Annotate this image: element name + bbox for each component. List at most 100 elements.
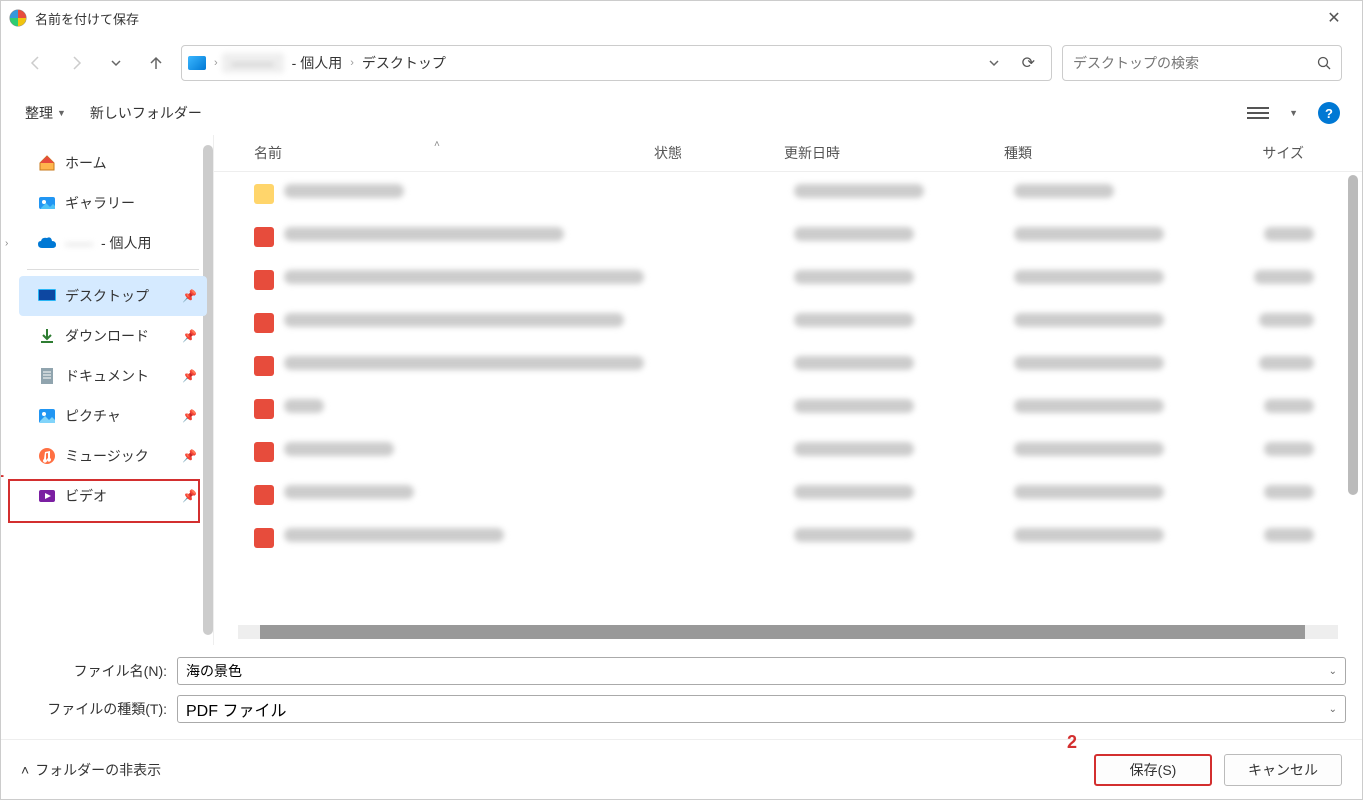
filetype-dropdown[interactable]: ⌄ bbox=[1329, 704, 1337, 715]
sidebar-label: ビデオ bbox=[65, 486, 107, 506]
organize-menu[interactable]: 整理▼ bbox=[23, 99, 68, 127]
chevron-right-icon: › bbox=[214, 57, 218, 69]
sidebar-home[interactable]: ホーム bbox=[19, 143, 207, 183]
annotation-1: 1 bbox=[1, 461, 4, 482]
sidebar-pictures[interactable]: ピクチャ 📌 bbox=[19, 396, 207, 436]
file-row[interactable] bbox=[224, 172, 1362, 215]
vertical-scrollbar[interactable] bbox=[1348, 175, 1358, 495]
pin-icon[interactable]: 📌 bbox=[182, 369, 197, 383]
file-icon bbox=[254, 485, 274, 505]
filetype-field[interactable]: PDF ファイル ⌄ bbox=[177, 695, 1346, 723]
pictures-icon bbox=[37, 406, 57, 426]
pin-icon[interactable]: 📌 bbox=[182, 409, 197, 423]
music-icon bbox=[37, 446, 57, 466]
cloud-icon bbox=[37, 233, 57, 253]
filename-dropdown[interactable]: ⌄ bbox=[1329, 666, 1337, 677]
folder-icon bbox=[254, 184, 274, 204]
sidebar-divider bbox=[27, 269, 199, 270]
file-row[interactable] bbox=[224, 473, 1362, 516]
pin-icon[interactable]: 📌 bbox=[182, 289, 197, 303]
sidebar-label: ミュージック bbox=[65, 446, 149, 466]
file-icon bbox=[254, 313, 274, 333]
home-icon bbox=[37, 153, 57, 173]
gallery-icon bbox=[37, 193, 57, 213]
sidebar-documents[interactable]: ドキュメント 📌 bbox=[19, 356, 207, 396]
new-folder-button[interactable]: 新しいフォルダー bbox=[88, 99, 204, 127]
view-dropdown[interactable]: ▼ bbox=[1289, 108, 1298, 118]
column-header-size[interactable]: サイズ bbox=[1194, 143, 1304, 163]
forward-button[interactable] bbox=[61, 48, 91, 78]
file-icon bbox=[254, 227, 274, 247]
column-header-state[interactable]: 状態 bbox=[654, 143, 784, 163]
horizontal-scrollbar[interactable] bbox=[238, 625, 1338, 639]
breadcrumb-user[interactable]: ——— bbox=[222, 53, 284, 73]
sidebar-label: ホーム bbox=[65, 153, 107, 173]
sidebar-label: ピクチャ bbox=[65, 406, 121, 426]
hide-folders-toggle[interactable]: ˄ フォルダーの非表示 bbox=[21, 760, 161, 780]
help-button[interactable]: ? bbox=[1318, 102, 1340, 124]
view-options[interactable] bbox=[1247, 102, 1269, 124]
breadcrumb-current[interactable]: デスクトップ bbox=[358, 51, 450, 75]
up-button[interactable] bbox=[141, 48, 171, 78]
file-row[interactable] bbox=[224, 301, 1362, 344]
address-dropdown[interactable] bbox=[980, 57, 1008, 69]
pin-icon[interactable]: 📌 bbox=[182, 329, 197, 343]
file-row[interactable] bbox=[224, 430, 1362, 473]
file-icon bbox=[254, 442, 274, 462]
sidebar-desktop[interactable]: デスクトップ 📌 bbox=[19, 276, 207, 316]
file-icon bbox=[254, 356, 274, 376]
file-icon bbox=[254, 270, 274, 290]
file-row[interactable] bbox=[224, 344, 1362, 387]
filetype-label: ファイルの種類(T): bbox=[17, 699, 177, 719]
breadcrumb-personal[interactable]: - 個人用 bbox=[288, 51, 347, 75]
address-bar[interactable]: › ——— - 個人用 › デスクトップ ⟳ bbox=[181, 45, 1052, 81]
desktop-icon bbox=[37, 286, 57, 306]
document-icon bbox=[37, 366, 57, 386]
file-rows bbox=[214, 172, 1362, 621]
sidebar-videos[interactable]: ビデオ 📌 bbox=[19, 476, 207, 516]
column-header-date[interactable]: 更新日時 bbox=[784, 143, 1004, 163]
sort-indicator-icon: ˄ bbox=[434, 139, 440, 150]
chevron-up-icon: ˄ bbox=[21, 762, 29, 778]
search-input[interactable] bbox=[1073, 55, 1317, 71]
file-icon bbox=[254, 528, 274, 548]
search-box[interactable] bbox=[1062, 45, 1342, 81]
file-icon bbox=[254, 399, 274, 419]
cancel-button[interactable]: キャンセル bbox=[1224, 754, 1342, 786]
pin-icon[interactable]: 📌 bbox=[182, 449, 197, 463]
save-button[interactable]: 保存(S) bbox=[1094, 754, 1212, 786]
sidebar-downloads[interactable]: ダウンロード 📌 bbox=[19, 316, 207, 356]
search-icon[interactable] bbox=[1317, 56, 1331, 70]
file-row[interactable] bbox=[224, 387, 1362, 430]
filename-field[interactable]: ⌄ bbox=[177, 657, 1346, 685]
download-icon bbox=[37, 326, 57, 346]
app-icon bbox=[9, 9, 27, 27]
sidebar-label: ドキュメント bbox=[65, 366, 149, 386]
file-row[interactable] bbox=[224, 258, 1362, 301]
file-row[interactable] bbox=[224, 215, 1362, 258]
sidebar-label: デスクトップ bbox=[65, 286, 149, 306]
close-button[interactable]: ✕ bbox=[1314, 3, 1354, 33]
sidebar-label: ギャラリー bbox=[65, 193, 135, 213]
sidebar-onedrive-name: —— bbox=[65, 235, 93, 251]
video-icon bbox=[37, 486, 57, 506]
chevron-right-icon: › bbox=[350, 57, 354, 69]
filename-input[interactable] bbox=[186, 663, 1329, 679]
column-header-name[interactable]: 名前˄ bbox=[254, 143, 654, 163]
column-header-type[interactable]: 種類 bbox=[1004, 143, 1194, 163]
window-title: 名前を付けて保存 bbox=[35, 9, 1314, 28]
filetype-value: PDF ファイル bbox=[186, 697, 1329, 721]
chevron-right-icon[interactable]: › bbox=[5, 238, 8, 249]
sidebar-gallery[interactable]: ギャラリー bbox=[19, 183, 207, 223]
file-row[interactable] bbox=[224, 516, 1362, 559]
recent-dropdown[interactable] bbox=[101, 48, 131, 78]
filename-label: ファイル名(N): bbox=[17, 661, 177, 681]
pin-icon[interactable]: 📌 bbox=[182, 489, 197, 503]
monitor-icon bbox=[188, 56, 206, 70]
sidebar-onedrive[interactable]: › —— - 個人用 bbox=[19, 223, 207, 263]
refresh-button[interactable]: ⟳ bbox=[1012, 53, 1045, 73]
sidebar-music[interactable]: ミュージック 📌 bbox=[19, 436, 207, 476]
back-button[interactable] bbox=[21, 48, 51, 78]
sidebar-label: - 個人用 bbox=[101, 233, 152, 253]
sidebar-label: ダウンロード bbox=[65, 326, 149, 346]
